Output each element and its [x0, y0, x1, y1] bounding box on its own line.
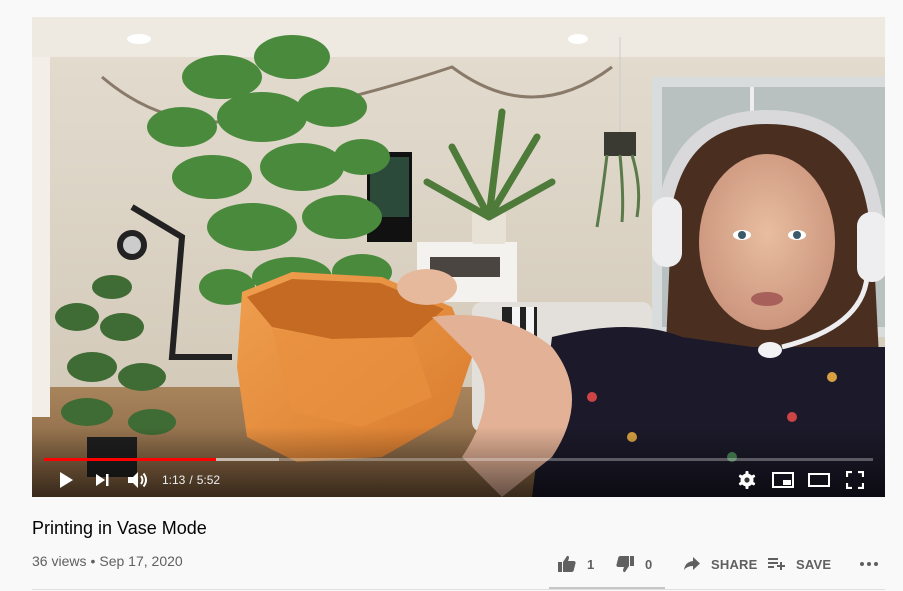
- next-icon: [96, 474, 109, 486]
- settings-button[interactable]: [729, 463, 765, 497]
- save-label: SAVE: [796, 556, 832, 572]
- video-player[interactable]: 1:13 / 5:52: [32, 17, 885, 497]
- next-button[interactable]: [84, 463, 120, 497]
- video-frame[interactable]: [32, 17, 885, 497]
- time-separator: /: [189, 473, 193, 487]
- player-controls: 1:13 / 5:52: [32, 463, 885, 497]
- share-button[interactable]: SHARE: [683, 556, 768, 572]
- progress-bar[interactable]: [44, 458, 873, 461]
- played-progress: [44, 458, 216, 461]
- playlist-add-icon: [768, 558, 785, 570]
- video-meta: 36 views • Sep 17, 2020: [32, 553, 183, 569]
- duration: 5:52: [196, 473, 221, 487]
- miniplayer-icon: [772, 472, 794, 488]
- more-actions-button[interactable]: [854, 562, 884, 566]
- publish-date: Sep 17, 2020: [99, 553, 183, 569]
- volume-icon: [128, 472, 147, 488]
- meta-separator: •: [90, 553, 96, 569]
- more-horizontal-icon: [860, 562, 878, 566]
- theater-mode-button[interactable]: [801, 463, 837, 497]
- share-label: SHARE: [711, 556, 758, 572]
- play-icon: [60, 472, 73, 488]
- mute-button[interactable]: [120, 463, 156, 497]
- dislike-button[interactable]: 0: [615, 555, 673, 573]
- info-divider: [32, 589, 885, 590]
- current-time: 1:13: [162, 473, 186, 487]
- fullscreen-button[interactable]: [837, 463, 873, 497]
- video-actions: 1 0 SHARE SAVE: [549, 549, 884, 579]
- share-arrow-icon: [684, 557, 700, 570]
- time-display: 1:13 / 5:52: [162, 473, 220, 487]
- theater-mode-icon: [808, 473, 830, 487]
- thumbs-down-icon: [616, 556, 634, 573]
- like-button[interactable]: 1: [549, 555, 615, 573]
- gear-icon: [738, 471, 756, 489]
- miniplayer-button[interactable]: [765, 463, 801, 497]
- ceiling: [32, 17, 885, 57]
- video-title: Printing in Vase Mode: [32, 518, 207, 538]
- view-count: 36 views: [32, 553, 87, 569]
- play-button[interactable]: [48, 463, 84, 497]
- thumbs-up-icon: [558, 555, 576, 572]
- dislike-count: 0: [645, 556, 653, 572]
- fullscreen-icon: [846, 471, 864, 489]
- save-button[interactable]: SAVE: [768, 556, 854, 572]
- like-count: 1: [587, 556, 595, 572]
